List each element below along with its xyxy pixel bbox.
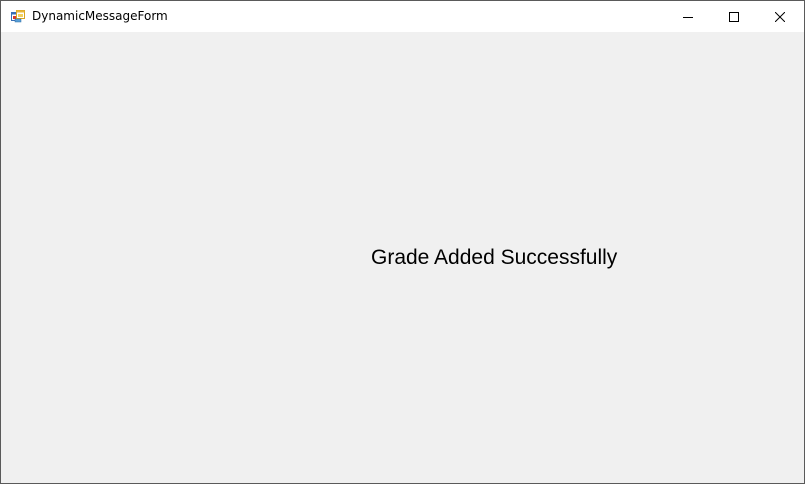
maximize-icon bbox=[729, 11, 739, 22]
status-message-label: Grade Added Successfully bbox=[371, 246, 618, 269]
window-title: DynamicMessageForm bbox=[32, 9, 168, 23]
form-client-area: Grade Added Successfully bbox=[1, 32, 804, 483]
close-button[interactable] bbox=[757, 1, 803, 32]
title-bar[interactable]: DynamicMessageForm bbox=[1, 1, 804, 32]
form-app-icon[interactable] bbox=[11, 10, 25, 23]
minimize-button[interactable] bbox=[665, 1, 711, 32]
dynamic-message-window: DynamicMessageForm Grade Added Successfu… bbox=[0, 0, 805, 484]
close-icon bbox=[775, 11, 785, 22]
minimize-icon bbox=[683, 16, 693, 18]
maximize-button[interactable] bbox=[711, 1, 757, 32]
